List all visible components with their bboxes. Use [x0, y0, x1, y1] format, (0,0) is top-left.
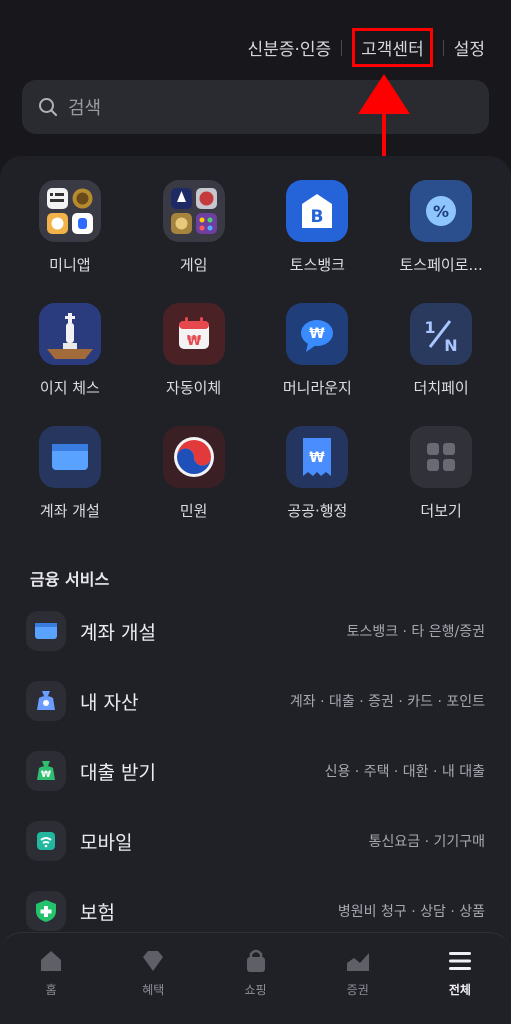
nav-shopping[interactable]: 쇼핑: [204, 933, 306, 1024]
stock-icon: [346, 953, 369, 971]
service-row-my-assets[interactable]: 내 자산 계좌 · 대출 · 증권 · 카드 · 포인트: [0, 666, 511, 736]
grid-item-autotransfer[interactable]: ₩ 자동이체: [132, 303, 256, 398]
grid-item-game[interactable]: 게임: [132, 180, 256, 275]
service-name: 모바일: [80, 831, 133, 854]
civil-service-icon: [162, 426, 225, 488]
id-auth-link[interactable]: 신분증·인증: [248, 35, 332, 60]
grid-item-label: 공공·행정: [287, 502, 348, 520]
customer-center-link[interactable]: 고객센터: [352, 28, 433, 67]
grid-item-label: 머니라운지: [282, 379, 352, 397]
shopping-icon: [246, 949, 265, 972]
grid-item-more[interactable]: 더보기: [379, 426, 503, 521]
svg-text:₩: ₩: [41, 770, 51, 780]
svg-text:₩: ₩: [310, 326, 326, 342]
divider: [442, 39, 444, 56]
grid-item-label: 게임: [179, 256, 208, 274]
top-bar: 신분증·인증 고객센터 설정: [0, 0, 511, 80]
finance-service-list: 계좌 개설 토스뱅크 · 타 은행/증권 내 자산 계좌 · 대출 · 증권 ·…: [0, 596, 511, 946]
autotransfer-icon: ₩: [162, 303, 225, 365]
service-row-loan[interactable]: ₩ 대출 받기 신용 · 주택 · 대환 · 내 대출: [0, 736, 511, 806]
mobile-wifi-icon: [26, 821, 66, 861]
tosspay-icon: %: [410, 180, 473, 242]
account-card-icon: [26, 611, 66, 651]
nav-label: 홈: [45, 983, 57, 997]
search-icon: [39, 98, 58, 117]
dutchpay-icon: 1 N: [410, 303, 473, 365]
grid-item-tossbank[interactable]: B 토스뱅크: [256, 180, 380, 275]
grid-item-account-open[interactable]: 계좌 개설: [8, 426, 132, 521]
svg-text:B: B: [311, 207, 324, 227]
benefit-icon: [143, 951, 164, 971]
grid-item-label: 계좌 개설: [39, 502, 100, 520]
svg-text:1: 1: [425, 318, 436, 337]
chess-icon: [38, 303, 101, 365]
bottom-nav: 홈 혜택 쇼핑 증권 전체: [0, 932, 511, 1024]
service-name: 계좌 개설: [80, 621, 156, 644]
service-name: 내 자산: [80, 691, 139, 714]
grid-item-tosspay[interactable]: % 토스페이로...: [379, 180, 503, 275]
insurance-shield-icon: [26, 891, 66, 931]
grid-item-civil[interactable]: 민원: [132, 426, 256, 521]
grid-item-label: 더보기: [420, 502, 462, 520]
nav-label: 쇼핑: [244, 983, 267, 997]
grid-item-label: 더치페이: [413, 379, 469, 397]
grid-item-public[interactable]: ₩ 공공·행정: [256, 426, 380, 521]
service-name: 대출 받기: [80, 761, 156, 784]
grid-item-miniapp[interactable]: 미니앱: [8, 180, 132, 275]
loan-bag-icon: ₩: [26, 751, 66, 791]
grid-item-label: 민원: [179, 502, 208, 520]
grid-item-label: 토스뱅크: [289, 256, 345, 274]
nav-label: 증권: [346, 983, 369, 997]
svg-text:%: %: [433, 202, 449, 221]
settings-link[interactable]: 설정: [454, 35, 485, 60]
service-sub: 계좌 · 대출 · 증권 · 카드 · 포인트: [289, 694, 485, 710]
grid-item-label: 미니앱: [49, 256, 91, 274]
service-grid: 미니앱 게임 B 토스뱅크 % 토스페이로... 이지 체스 ₩ 자동이체 ₩ …: [8, 180, 503, 521]
nav-label: 전체: [448, 983, 471, 997]
divider: [341, 39, 343, 56]
finance-section-title: 금융 서비스: [30, 570, 110, 589]
game-icon: [162, 180, 225, 242]
svg-text:N: N: [444, 336, 457, 355]
miniapp-icon: [38, 180, 101, 242]
grid-item-chess[interactable]: 이지 체스: [8, 303, 132, 398]
asset-bag-icon: [26, 681, 66, 721]
main-panel: 미니앱 게임 B 토스뱅크 % 토스페이로... 이지 체스 ₩ 자동이체 ₩ …: [0, 156, 511, 1024]
svg-text:₩: ₩: [186, 334, 201, 349]
grid-item-label: 토스페이로...: [399, 256, 483, 274]
svg-text:₩: ₩: [310, 450, 326, 466]
service-name: 보험: [80, 901, 115, 924]
nav-benefit[interactable]: 혜택: [102, 933, 204, 1024]
search-bar[interactable]: 검색: [22, 80, 489, 134]
nav-all[interactable]: 전체: [409, 933, 511, 1024]
service-sub: 신용 · 주택 · 대환 · 내 대출: [324, 764, 485, 780]
account-open-icon: [38, 426, 101, 488]
service-sub: 병원비 청구 · 상담 · 상품: [337, 904, 485, 920]
service-sub: 토스뱅크 · 타 은행/증권: [346, 624, 485, 640]
service-row-mobile[interactable]: 모바일 통신요금 · 기기구매: [0, 806, 511, 876]
home-icon: [41, 951, 62, 971]
top-links: 신분증·인증 고객센터 설정: [248, 28, 485, 67]
nav-label: 혜택: [142, 983, 165, 997]
search-placeholder: 검색: [68, 98, 102, 119]
more-icon: [410, 426, 473, 488]
service-sub: 통신요금 · 기기구매: [368, 834, 485, 850]
grid-item-label: 자동이체: [166, 379, 222, 397]
nav-home[interactable]: 홈: [0, 933, 102, 1024]
service-row-account-open[interactable]: 계좌 개설 토스뱅크 · 타 은행/증권: [0, 596, 511, 666]
moneylounge-icon: ₩: [286, 303, 349, 365]
nav-stock[interactable]: 증권: [307, 933, 409, 1024]
public-admin-icon: ₩: [286, 426, 349, 488]
tossbank-icon: B: [286, 180, 349, 242]
menu-icon: [448, 952, 471, 970]
grid-item-moneylounge[interactable]: ₩ 머니라운지: [256, 303, 380, 398]
grid-item-label: 이지 체스: [39, 379, 100, 397]
grid-item-dutchpay[interactable]: 1 N 더치페이: [379, 303, 503, 398]
